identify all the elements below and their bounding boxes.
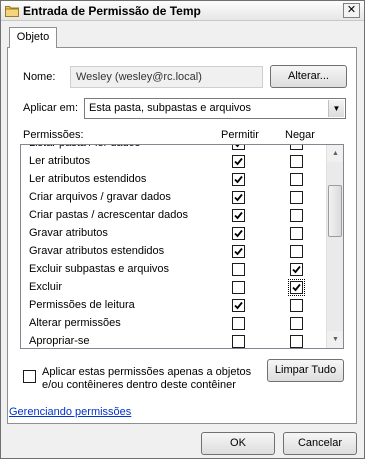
deny-checkbox[interactable] — [290, 245, 303, 258]
permission-row: Apropriar-se — [21, 333, 328, 348]
permission-label: Excluir subpastas e arquivos — [29, 263, 170, 275]
deny-checkbox[interactable] — [290, 335, 303, 348]
change-principal-button[interactable]: Alterar... — [270, 65, 347, 88]
allow-checkbox[interactable] — [232, 335, 245, 348]
folder-icon — [5, 4, 19, 17]
allow-checkbox[interactable] — [232, 317, 245, 330]
permission-row-partial: Listar pasta / ler dados — [21, 145, 328, 153]
allow-checkbox[interactable] — [232, 245, 245, 258]
allow-checkbox[interactable] — [232, 227, 245, 240]
deny-checkbox[interactable] — [290, 191, 303, 204]
scrollbar-thumb[interactable] — [328, 185, 342, 237]
permissions-list[interactable]: Listar pasta / ler dados Ler atributos Ler… — [20, 144, 344, 349]
name-label: Nome: — [23, 71, 56, 83]
tab-objeto[interactable]: Objeto — [9, 27, 57, 48]
allow-checkbox[interactable] — [232, 173, 245, 186]
permission-label: Apropriar-se — [29, 335, 90, 347]
allow-checkbox[interactable] — [232, 145, 245, 150]
permission-row: Criar pastas / acrescentar dados — [21, 207, 328, 225]
permission-label: Alterar permissões — [29, 317, 121, 329]
deny-checkbox[interactable] — [290, 317, 303, 330]
cancel-button[interactable]: Cancelar — [283, 432, 357, 455]
deny-checkbox[interactable] — [290, 155, 303, 168]
permission-row: Permissões de leitura — [21, 297, 328, 315]
apply-to-value: Esta pasta, subpastas e arquivos — [89, 102, 252, 114]
allow-checkbox[interactable] — [232, 299, 245, 312]
permission-row: Gravar atributos estendidos — [21, 243, 328, 261]
deny-checkbox[interactable] — [290, 145, 303, 150]
permission-row: Excluir subpastas e arquivos — [21, 261, 328, 279]
deny-checkbox[interactable] — [290, 263, 303, 276]
clear-all-button[interactable]: Limpar Tudo — [267, 359, 344, 382]
apply-only-checkbox[interactable] — [23, 370, 36, 383]
deny-checkbox[interactable] — [290, 173, 303, 186]
chevron-down-icon[interactable]: ▼ — [328, 100, 344, 117]
deny-checkbox[interactable] — [290, 227, 303, 240]
allow-checkbox[interactable] — [232, 191, 245, 204]
permission-label: Excluir — [29, 281, 63, 293]
apply-to-select[interactable]: Esta pasta, subpastas e arquivos ▼ — [84, 98, 346, 119]
ok-button[interactable]: OK — [201, 432, 275, 455]
permission-row: Criar arquivos / gravar dados — [21, 189, 328, 207]
name-field: Wesley (wesley@rc.local) — [70, 66, 263, 88]
manage-permissions-link[interactable]: Gerenciando permissões — [9, 406, 131, 418]
permission-label: Permissões de leitura — [29, 299, 135, 311]
tab-panel: Nome: Wesley (wesley@rc.local) Alterar..… — [7, 47, 357, 424]
permission-label: Ler atributos estendidos — [29, 173, 147, 185]
permission-label: Criar arquivos / gravar dados — [29, 191, 171, 203]
allow-column-header: Permitir — [221, 129, 259, 141]
permission-row: Gravar atributos — [21, 225, 328, 243]
deny-checkbox[interactable] — [288, 279, 305, 296]
allow-checkbox[interactable] — [232, 155, 245, 168]
title-bar: Entrada de Permissão de Temp ✕ — [1, 1, 364, 21]
window-title: Entrada de Permissão de Temp — [23, 4, 201, 18]
permission-label: Listar pasta / ler dados — [29, 145, 140, 149]
allow-checkbox[interactable] — [232, 281, 245, 294]
permission-row: Ler atributos estendidos — [21, 171, 328, 189]
close-button[interactable]: ✕ — [343, 3, 360, 18]
permission-row: Ler atributos — [21, 153, 328, 171]
apply-to-label: Aplicar em: — [23, 102, 79, 114]
permission-row: Alterar permissões — [21, 315, 328, 333]
close-icon: ✕ — [346, 4, 357, 16]
deny-checkbox[interactable] — [290, 209, 303, 222]
scroll-down-icon[interactable]: ▼ — [327, 331, 343, 348]
deny-checkbox[interactable] — [290, 299, 303, 312]
vertical-scrollbar[interactable]: ▲ ▼ — [326, 145, 343, 348]
allow-checkbox[interactable] — [232, 209, 245, 222]
permission-row: Excluir — [21, 279, 328, 297]
permission-label: Ler atributos — [29, 155, 91, 167]
scroll-up-icon[interactable]: ▲ — [327, 145, 343, 162]
deny-column-header: Negar — [285, 129, 315, 141]
permission-label: Criar pastas / acrescentar dados — [29, 209, 188, 221]
permission-label: Gravar atributos estendidos — [29, 245, 165, 257]
allow-checkbox[interactable] — [232, 263, 245, 276]
permission-entry-dialog: Entrada de Permissão de Temp ✕ Objeto No… — [0, 0, 365, 459]
tab-label: Objeto — [16, 31, 50, 43]
permissions-header: Permissões: — [23, 129, 84, 141]
permission-label: Gravar atributos — [29, 227, 108, 239]
apply-only-label: Aplicar estas permissões apenas a objeto… — [42, 366, 252, 391]
